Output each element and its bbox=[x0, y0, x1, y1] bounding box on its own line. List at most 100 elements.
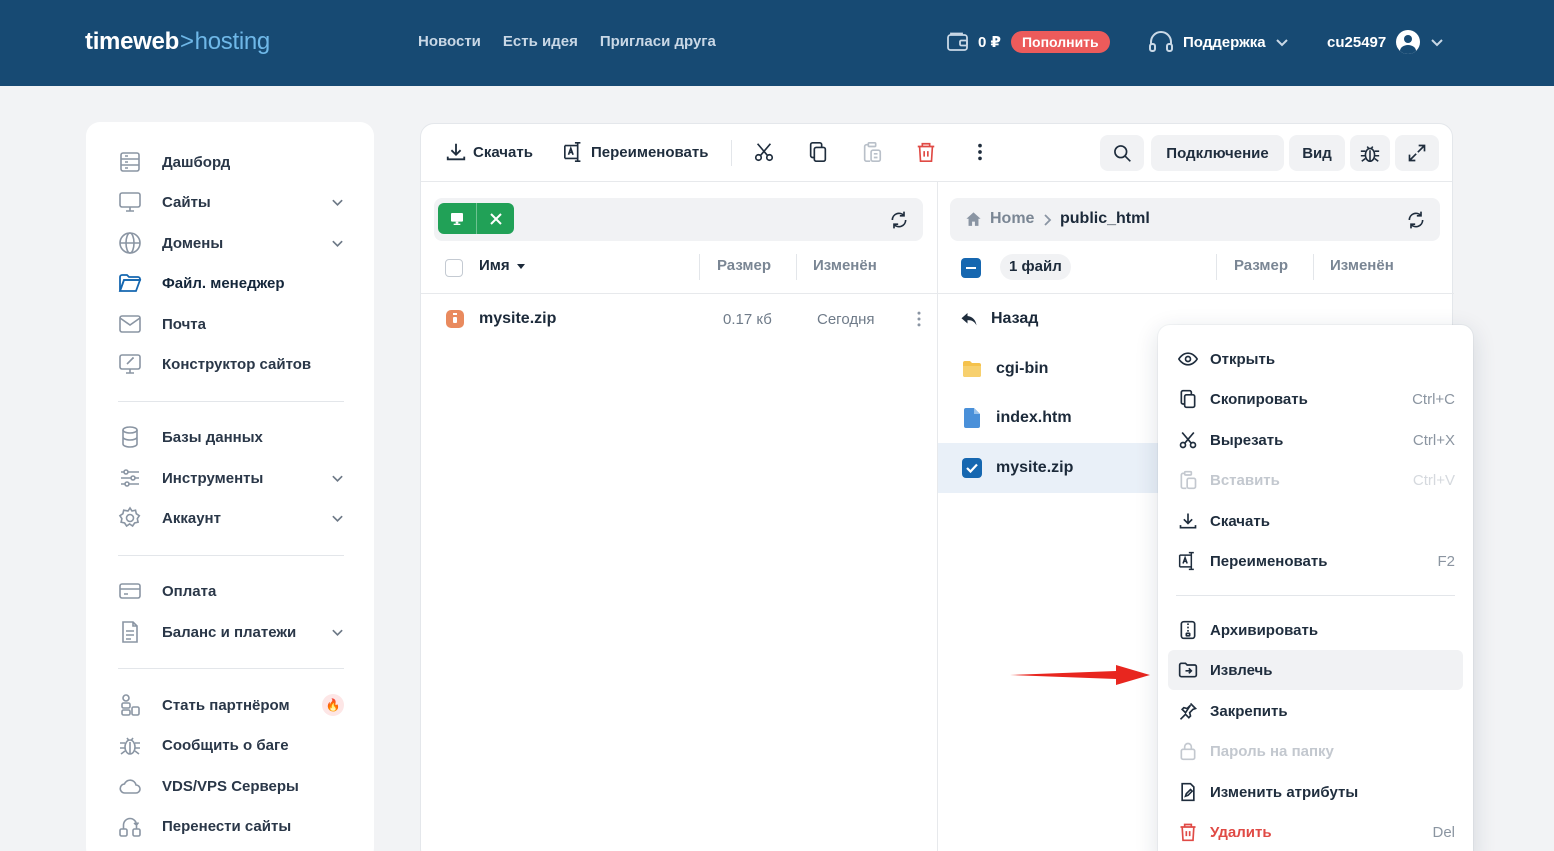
col-size-header[interactable]: Размер bbox=[1234, 257, 1288, 274]
menu-divider bbox=[1176, 595, 1455, 596]
sidebar-item-tools[interactable]: Инструменты bbox=[118, 465, 344, 491]
col-name-header[interactable]: Имя bbox=[479, 257, 526, 274]
menu-item-delete[interactable]: Удалить Del bbox=[1168, 812, 1463, 851]
menu-item-cut[interactable]: Вырезать Ctrl+X bbox=[1168, 420, 1463, 460]
local-computer-button[interactable] bbox=[438, 203, 476, 234]
scissors-icon[interactable] bbox=[753, 141, 775, 163]
menu-item-extract[interactable]: Извлечь bbox=[1168, 650, 1463, 690]
nav-news-link[interactable]: Новости bbox=[418, 33, 481, 50]
paste-icon[interactable] bbox=[861, 141, 883, 163]
more-vertical-icon[interactable] bbox=[909, 309, 929, 329]
col-separator bbox=[699, 254, 700, 280]
sidebar-item-sites[interactable]: Сайты bbox=[118, 189, 344, 215]
row-checkbox[interactable] bbox=[962, 458, 982, 478]
logo[interactable]: timeweb>hosting bbox=[85, 28, 270, 56]
col-separator bbox=[796, 254, 797, 280]
nav-invite-link[interactable]: Пригласи друга bbox=[600, 33, 716, 50]
fullscreen-button[interactable] bbox=[1395, 135, 1439, 171]
sidebar-item-account[interactable]: Аккаунт bbox=[118, 505, 344, 531]
eye-icon bbox=[1178, 352, 1198, 366]
sidebar-item-site-builder[interactable]: Конструктор сайтов bbox=[118, 351, 344, 377]
col-modified-header[interactable]: Изменён bbox=[813, 257, 877, 274]
user-menu[interactable]: cu25497 bbox=[1327, 30, 1444, 54]
sliders-icon bbox=[121, 469, 139, 487]
shortcut: Ctrl+C bbox=[1412, 390, 1455, 408]
sidebar-divider bbox=[118, 668, 344, 669]
partner-icon bbox=[121, 694, 140, 716]
view-button[interactable]: Вид bbox=[1289, 135, 1345, 171]
expand-icon bbox=[1408, 144, 1426, 162]
sidebar-item-dashboard[interactable]: Дашборд bbox=[118, 149, 344, 175]
trash-icon[interactable] bbox=[915, 141, 937, 163]
sidebar-item-payment[interactable]: Оплата bbox=[118, 578, 344, 604]
crumb-home[interactable]: Home bbox=[990, 210, 1034, 228]
refresh-icon[interactable] bbox=[889, 210, 909, 230]
select-all-checkbox[interactable] bbox=[445, 259, 463, 277]
menu-item-rename[interactable]: Переименовать F2 bbox=[1168, 541, 1463, 581]
table-row[interactable]: mysite.zip 0.17 кб Сегодня bbox=[421, 294, 937, 344]
close-pane-button[interactable] bbox=[476, 203, 514, 234]
menu-item-download[interactable]: Скачать bbox=[1168, 501, 1463, 541]
more-vertical-icon[interactable] bbox=[969, 141, 991, 163]
menu-item-open[interactable]: Открыть bbox=[1168, 339, 1463, 379]
sidebar-divider bbox=[118, 555, 344, 556]
back-arrow-icon bbox=[961, 313, 977, 326]
pane-divider bbox=[937, 182, 938, 851]
support-menu[interactable]: Поддержка bbox=[1148, 30, 1289, 54]
shortcut: Del bbox=[1432, 823, 1455, 841]
refresh-icon[interactable] bbox=[1406, 210, 1426, 230]
sidebar-item-file-manager[interactable]: Файл. менеджер bbox=[118, 270, 344, 296]
list-item[interactable]: cgi-bin bbox=[938, 344, 1164, 394]
sidebar-item-domains[interactable]: Домены bbox=[118, 230, 344, 256]
crumb-current[interactable]: public_html bbox=[1060, 210, 1150, 228]
file-name: mysite.zip bbox=[479, 310, 557, 327]
copy-icon[interactable] bbox=[807, 141, 829, 163]
menu-item-attributes[interactable]: Изменить атрибуты bbox=[1168, 772, 1463, 812]
list-item[interactable]: index.htm bbox=[938, 393, 1164, 443]
menu-item-copy[interactable]: Скопировать Ctrl+C bbox=[1168, 379, 1463, 419]
select-all-checkbox[interactable] bbox=[961, 258, 981, 278]
sidebar-item-vds[interactable]: VDS/VPS Серверы bbox=[118, 773, 344, 799]
rename-button[interactable]: Переименовать bbox=[563, 141, 708, 163]
menu-item-pin[interactable]: Закрепить bbox=[1168, 691, 1463, 731]
chevron-down-icon bbox=[332, 240, 343, 248]
selection-count: 1 файл bbox=[1000, 254, 1071, 280]
search-button[interactable] bbox=[1100, 135, 1144, 171]
sidebar-item-report-bug[interactable]: Сообщить о баге bbox=[118, 732, 344, 758]
context-menu: Открыть Скопировать Ctrl+C Вырезать Ctrl… bbox=[1158, 325, 1473, 851]
file-name: mysite.zip bbox=[996, 459, 1074, 476]
rename-icon bbox=[564, 142, 581, 162]
rename-icon bbox=[1178, 551, 1194, 571]
avatar bbox=[1396, 30, 1421, 54]
trash-icon bbox=[1180, 823, 1196, 842]
debug-button[interactable] bbox=[1350, 135, 1390, 171]
col-separator bbox=[1216, 254, 1217, 280]
sidebar-item-mail[interactable]: Почта bbox=[118, 311, 344, 337]
folder-icon bbox=[963, 361, 981, 377]
sidebar-item-partner[interactable]: Стать партнёром 🔥 bbox=[118, 692, 344, 718]
sidebar-item-balance[interactable]: Баланс и платежи bbox=[118, 619, 344, 645]
menu-item-archive[interactable]: Архивировать bbox=[1168, 610, 1463, 650]
connection-button[interactable]: Подключение bbox=[1151, 135, 1284, 171]
wallet[interactable]: 0 ₽ Пополнить bbox=[946, 30, 1110, 54]
col-size-header[interactable]: Размер bbox=[717, 257, 771, 274]
left-pane-bar bbox=[434, 198, 923, 241]
document-icon bbox=[122, 621, 138, 643]
shortcut: Ctrl+V bbox=[1412, 471, 1455, 489]
list-item[interactable]: mysite.zip bbox=[938, 443, 1164, 493]
top-header: timeweb>hosting Новости Есть идея Пригла… bbox=[0, 0, 1554, 86]
file-name: cgi-bin bbox=[996, 360, 1049, 377]
nav-idea-link[interactable]: Есть идея bbox=[503, 33, 578, 50]
local-pane-toggle bbox=[438, 203, 514, 234]
toolbar-divider bbox=[731, 140, 732, 166]
download-button[interactable]: Скачать bbox=[445, 141, 533, 163]
lock-icon bbox=[1180, 742, 1196, 761]
username: cu25497 bbox=[1327, 33, 1387, 51]
sidebar-item-databases[interactable]: Базы данных bbox=[118, 424, 344, 450]
topup-button[interactable]: Пополнить bbox=[1010, 31, 1110, 53]
menu-item-paste: Вставить Ctrl+V bbox=[1168, 460, 1463, 500]
wallet-icon bbox=[947, 32, 968, 51]
card-icon bbox=[119, 583, 141, 599]
col-modified-header[interactable]: Изменён bbox=[1330, 257, 1394, 274]
sidebar-item-transfer[interactable]: Перенести сайты bbox=[118, 813, 344, 839]
